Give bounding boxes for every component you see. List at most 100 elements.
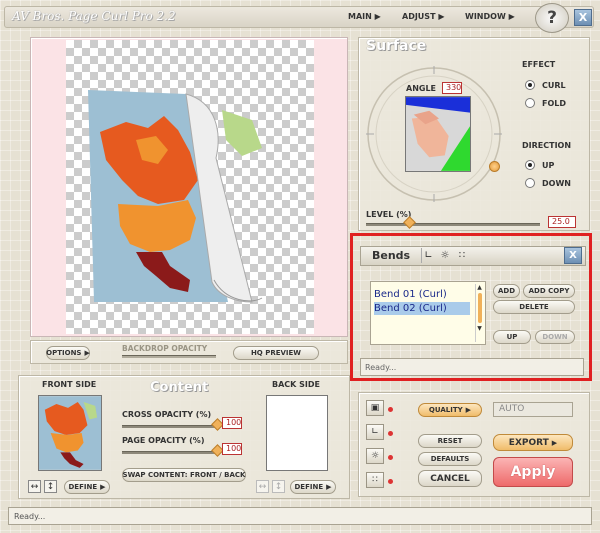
angle-knob[interactable] — [489, 161, 500, 172]
grid-icon[interactable]: ∷ — [455, 248, 469, 263]
quality-button[interactable]: QUALITY ▶ — [418, 403, 482, 417]
cancel-label: CANCEL — [430, 473, 470, 484]
reset-button[interactable]: RESET — [418, 434, 482, 448]
quality-value: AUTO — [499, 404, 525, 414]
help-icon: ? — [547, 8, 557, 28]
define-label: DEFINE — [294, 483, 324, 491]
menu-arrow-icon: ▶ — [374, 12, 381, 21]
status-text: Ready... — [14, 512, 46, 521]
back-flip-vertical-button[interactable]: ↕ — [272, 480, 285, 493]
bend-tool-icon[interactable]: ∟ — [421, 248, 435, 263]
export-button[interactable]: EXPORT ▶ — [493, 434, 573, 451]
effect-fold-label: FOLD — [542, 99, 567, 108]
menu-adjust[interactable]: ADJUST ▶ — [402, 12, 444, 21]
cross-opacity-label: CROSS OPACITY (%) — [122, 410, 212, 419]
close-button[interactable]: X — [574, 9, 592, 26]
curled-map-image — [88, 90, 263, 303]
list-scrollbar[interactable]: ▲ ▼ — [475, 284, 483, 342]
move-up-button[interactable]: UP — [493, 330, 531, 344]
help-button[interactable]: ? — [535, 3, 569, 33]
scroll-down-icon[interactable]: ▼ — [476, 325, 483, 332]
arrow-right-icon: ▶ — [465, 406, 472, 414]
backdrop-opacity-slider[interactable] — [122, 355, 216, 358]
status-bar: Ready... — [8, 507, 592, 525]
cross-opacity-slider[interactable] — [122, 425, 218, 428]
sun-icon[interactable]: ☼ — [438, 248, 452, 263]
effect-curl-label: CURL — [542, 81, 566, 90]
menu-main[interactable]: MAIN ▶ — [348, 12, 381, 21]
arrow-right-icon: ▶ — [326, 483, 332, 491]
hq-preview-label: HQ PREVIEW — [250, 349, 302, 357]
arrow-right-icon: ▶ — [100, 483, 106, 491]
cancel-button[interactable]: CANCEL — [418, 470, 482, 487]
define-label: DEFINE — [68, 483, 98, 491]
page-opacity-slider[interactable] — [122, 451, 218, 454]
front-side-label: FRONT SIDE — [42, 380, 97, 389]
menu-window[interactable]: WINDOW ▶ — [465, 12, 515, 21]
quality-value-field[interactable]: AUTO — [493, 402, 573, 417]
light-mode-icon[interactable]: ☼ — [366, 448, 384, 464]
page-opacity-value[interactable]: 100 — [222, 443, 242, 455]
surface-thumbnail — [405, 96, 471, 172]
quality-label: QUALITY — [428, 406, 463, 414]
delete-label: DELETE — [519, 303, 549, 311]
swap-content-button[interactable]: SWAP CONTENT: FRONT / BACK — [122, 468, 246, 482]
menu-main-label: MAIN — [348, 12, 372, 21]
surface-mode-icon[interactable]: ▣ — [366, 400, 384, 416]
page-opacity-label: PAGE OPACITY (%) — [122, 436, 205, 445]
hq-preview-button[interactable]: HQ PREVIEW — [233, 346, 319, 360]
bends-status: Ready... — [360, 358, 584, 376]
direction-down-label: DOWN — [542, 179, 571, 188]
list-item[interactable]: Bend 02 (Curl) — [374, 302, 470, 315]
delete-bend-button[interactable]: DELETE — [493, 300, 575, 314]
direction-up-radio[interactable] — [525, 160, 535, 170]
add-label: ADD — [497, 287, 516, 295]
grid-mode-icon[interactable]: ∷ — [366, 472, 384, 488]
down-label: DOWN — [542, 333, 568, 341]
cross-opacity-value[interactable]: 100 — [222, 417, 242, 429]
bends-status-text: Ready... — [365, 363, 397, 372]
bends-list[interactable]: Bend 01 (Curl) Bend 02 (Curl) ▲ ▼ — [370, 281, 486, 345]
list-item[interactable]: Bend 01 (Curl) — [374, 288, 470, 301]
defaults-button[interactable]: DEFAULTS — [418, 452, 482, 466]
flip-vertical-button[interactable]: ↕ — [44, 480, 57, 493]
front-side-thumbnail[interactable] — [38, 395, 102, 471]
apply-label: Apply — [510, 464, 556, 480]
swap-label: SWAP CONTENT: FRONT / BACK — [122, 471, 246, 479]
back-side-thumbnail[interactable] — [266, 395, 328, 471]
scroll-thumb[interactable] — [477, 293, 482, 323]
bend-mode-icon[interactable]: ∟ — [366, 424, 384, 440]
angle-value[interactable]: 330 — [442, 82, 462, 94]
effect-label: EFFECT — [522, 60, 556, 69]
menu-window-label: WINDOW — [465, 12, 506, 21]
close-icon: X — [569, 250, 577, 261]
back-define-button[interactable]: DEFINE ▶ — [290, 480, 336, 494]
level-slider[interactable] — [366, 223, 540, 226]
add-bend-button[interactable]: ADD — [493, 284, 520, 298]
move-down-button[interactable]: DOWN — [535, 330, 575, 344]
options-button[interactable]: OPTIONS ▶ — [46, 346, 90, 360]
arrow-right-icon: ▶ — [84, 349, 90, 357]
front-define-button[interactable]: DEFINE ▶ — [64, 480, 110, 494]
direction-label: DIRECTION — [522, 141, 572, 150]
back-flip-horizontal-button[interactable]: ↔ — [256, 480, 269, 493]
apply-button[interactable]: Apply — [493, 457, 573, 487]
menu-adjust-label: ADJUST — [402, 12, 436, 21]
backdrop-opacity-label: BACKDROP OPACITY — [122, 344, 208, 353]
flip-horizontal-button[interactable]: ↔ — [28, 480, 41, 493]
up-label: UP — [506, 333, 518, 341]
bends-close-button[interactable]: X — [564, 247, 582, 264]
surface-mode-indicator — [388, 407, 393, 412]
effect-curl-radio[interactable] — [525, 80, 535, 90]
window-title: AV Bros. Page Curl Pro 2.2 — [12, 9, 176, 23]
effect-fold-radio[interactable] — [525, 98, 535, 108]
direction-up-label: UP — [542, 161, 555, 170]
level-value[interactable]: 25.0 — [548, 216, 576, 228]
bends-title: Bends — [372, 249, 411, 262]
scroll-up-icon[interactable]: ▲ — [476, 284, 483, 291]
arrow-right-icon: ▶ — [551, 438, 558, 447]
options-label: OPTIONS — [46, 349, 82, 357]
add-copy-button[interactable]: ADD COPY — [523, 284, 575, 298]
close-icon: X — [578, 11, 588, 24]
direction-down-radio[interactable] — [525, 178, 535, 188]
